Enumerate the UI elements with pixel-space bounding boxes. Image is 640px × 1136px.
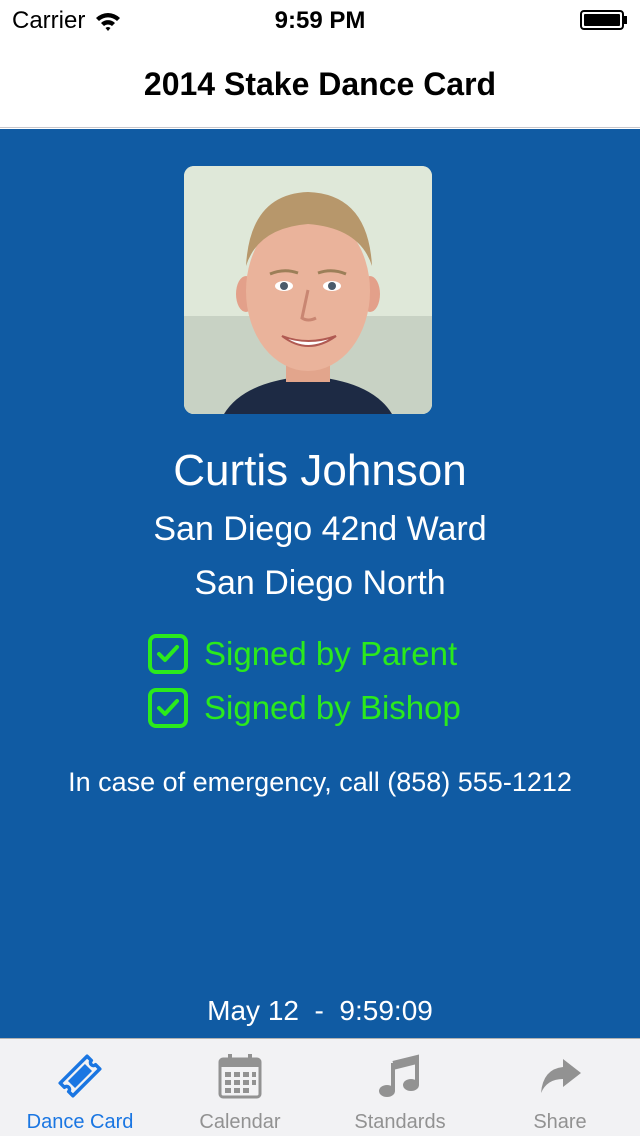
share-arrow-icon xyxy=(541,1059,581,1093)
profile-photo xyxy=(184,166,432,414)
signed-by-parent-label: Signed by Parent xyxy=(204,635,458,672)
member-name: Curtis Johnson xyxy=(173,446,467,495)
tab-calendar[interactable]: Calendar xyxy=(160,1039,320,1136)
dance-card: Curtis Johnson San Diego 42nd Ward San D… xyxy=(0,129,640,1038)
tab-label: Calendar xyxy=(199,1111,281,1133)
signed-by-bishop-row: Signed by Bishop xyxy=(148,687,461,729)
signed-by-bishop-label: Signed by Bishop xyxy=(204,689,461,726)
navigation-bar: 2014 Stake Dance Card xyxy=(0,40,640,128)
tab-dance-card[interactable]: Dance Card xyxy=(0,1039,160,1136)
ward-name: San Diego 42nd Ward xyxy=(153,510,487,548)
tab-label: Dance Card xyxy=(26,1111,134,1133)
calendar-icon xyxy=(218,1054,262,1099)
checkmark-icon xyxy=(148,688,188,728)
ticket-icon xyxy=(58,1054,102,1098)
checkmark-icon xyxy=(148,634,188,674)
signed-by-parent-row: Signed by Parent xyxy=(148,633,457,675)
tab-bar: Dance Card Calendar Standards Share xyxy=(0,1038,640,1136)
live-datetime: May 12 - 9:59:09 xyxy=(207,995,433,1026)
battery-icon xyxy=(580,10,627,30)
emergency-contact: In case of emergency, call (858) 555-121… xyxy=(68,767,572,797)
status-time: 9:59 PM xyxy=(274,7,366,34)
page-title: 2014 Stake Dance Card xyxy=(143,66,497,102)
portrait-image xyxy=(184,166,432,414)
stake-name: San Diego North xyxy=(194,564,446,602)
tab-label: Standards xyxy=(354,1111,446,1133)
tab-standards[interactable]: Standards xyxy=(320,1039,480,1136)
tab-label: Share xyxy=(533,1111,587,1133)
app-screen: Carrier 9:59 PM 2014 Stake Dance Card Cu… xyxy=(0,0,640,1136)
music-note-icon xyxy=(379,1054,419,1097)
tab-share[interactable]: Share xyxy=(480,1039,640,1136)
status-bar: Carrier 9:59 PM xyxy=(0,0,640,40)
